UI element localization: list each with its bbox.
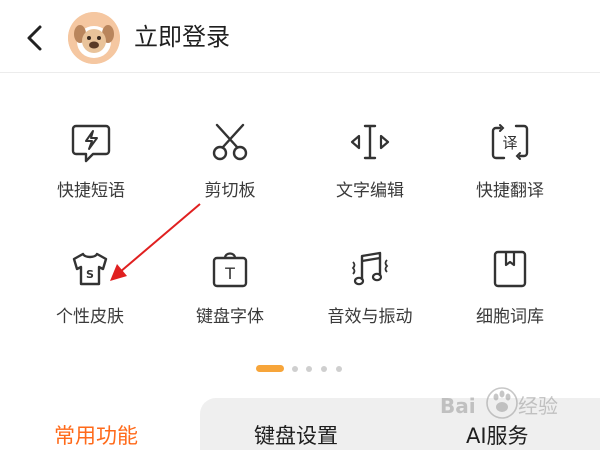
svg-text:Bai: Bai — [440, 394, 476, 418]
feature-label: 文字编辑 — [336, 181, 404, 201]
svg-text:S: S — [86, 268, 94, 281]
chevron-left-icon[interactable] — [22, 22, 50, 54]
page-dot[interactable] — [306, 366, 312, 372]
feature-clipboard[interactable]: 剪切板 — [160, 122, 300, 242]
feature-text-edit[interactable]: 文字编辑 — [300, 122, 440, 242]
tshirt-icon: S — [72, 252, 108, 286]
font-bag-icon: T — [212, 252, 248, 288]
music-vibrate-icon — [351, 251, 389, 286]
page-dot-active[interactable] — [256, 365, 284, 372]
feature-label: 音效与振动 — [327, 307, 413, 327]
baidu-watermark: Bai 经验 — [440, 387, 558, 419]
feature-skins[interactable]: S 个性皮肤 — [20, 248, 160, 368]
feature-keyboard-font[interactable]: T 键盘字体 — [160, 248, 300, 368]
feature-cell-lexicon[interactable]: 细胞词库 — [440, 248, 580, 368]
page-indicator[interactable] — [256, 365, 356, 373]
text-cursor-icon — [350, 124, 390, 160]
page-dot[interactable] — [321, 366, 327, 372]
avatar-dog-icon — [68, 12, 120, 64]
feature-label: 快捷翻译 — [476, 181, 544, 201]
svg-text:经验: 经验 — [518, 394, 558, 418]
lightning-bubble-icon — [71, 124, 111, 163]
svg-text:T: T — [224, 264, 235, 283]
scissors-icon — [212, 123, 248, 161]
feature-sound-vibration[interactable]: 音效与振动 — [300, 248, 440, 368]
translate-icon: 译 — [491, 124, 529, 160]
feature-label: 个性皮肤 — [56, 307, 124, 327]
feature-label: 剪切板 — [204, 181, 256, 201]
page-dot[interactable] — [336, 366, 342, 372]
tab-keyboard-settings[interactable]: 键盘设置 — [254, 398, 338, 450]
avatar[interactable] — [68, 12, 120, 64]
svg-text:译: 译 — [502, 134, 517, 152]
page-dot[interactable] — [292, 366, 298, 372]
feature-quick-phrases[interactable]: 快捷短语 — [21, 122, 161, 242]
feature-label: 快捷短语 — [57, 181, 125, 201]
tab-common-features[interactable]: 常用功能 — [54, 398, 138, 450]
top-bar: 立即登录 — [0, 0, 600, 73]
feature-label: 细胞词库 — [476, 307, 544, 327]
feature-label: 键盘字体 — [196, 307, 264, 327]
feature-quick-translate[interactable]: 译 快捷翻译 — [440, 122, 580, 242]
login-link[interactable]: 立即登录 — [134, 20, 230, 54]
book-icon — [493, 250, 527, 288]
